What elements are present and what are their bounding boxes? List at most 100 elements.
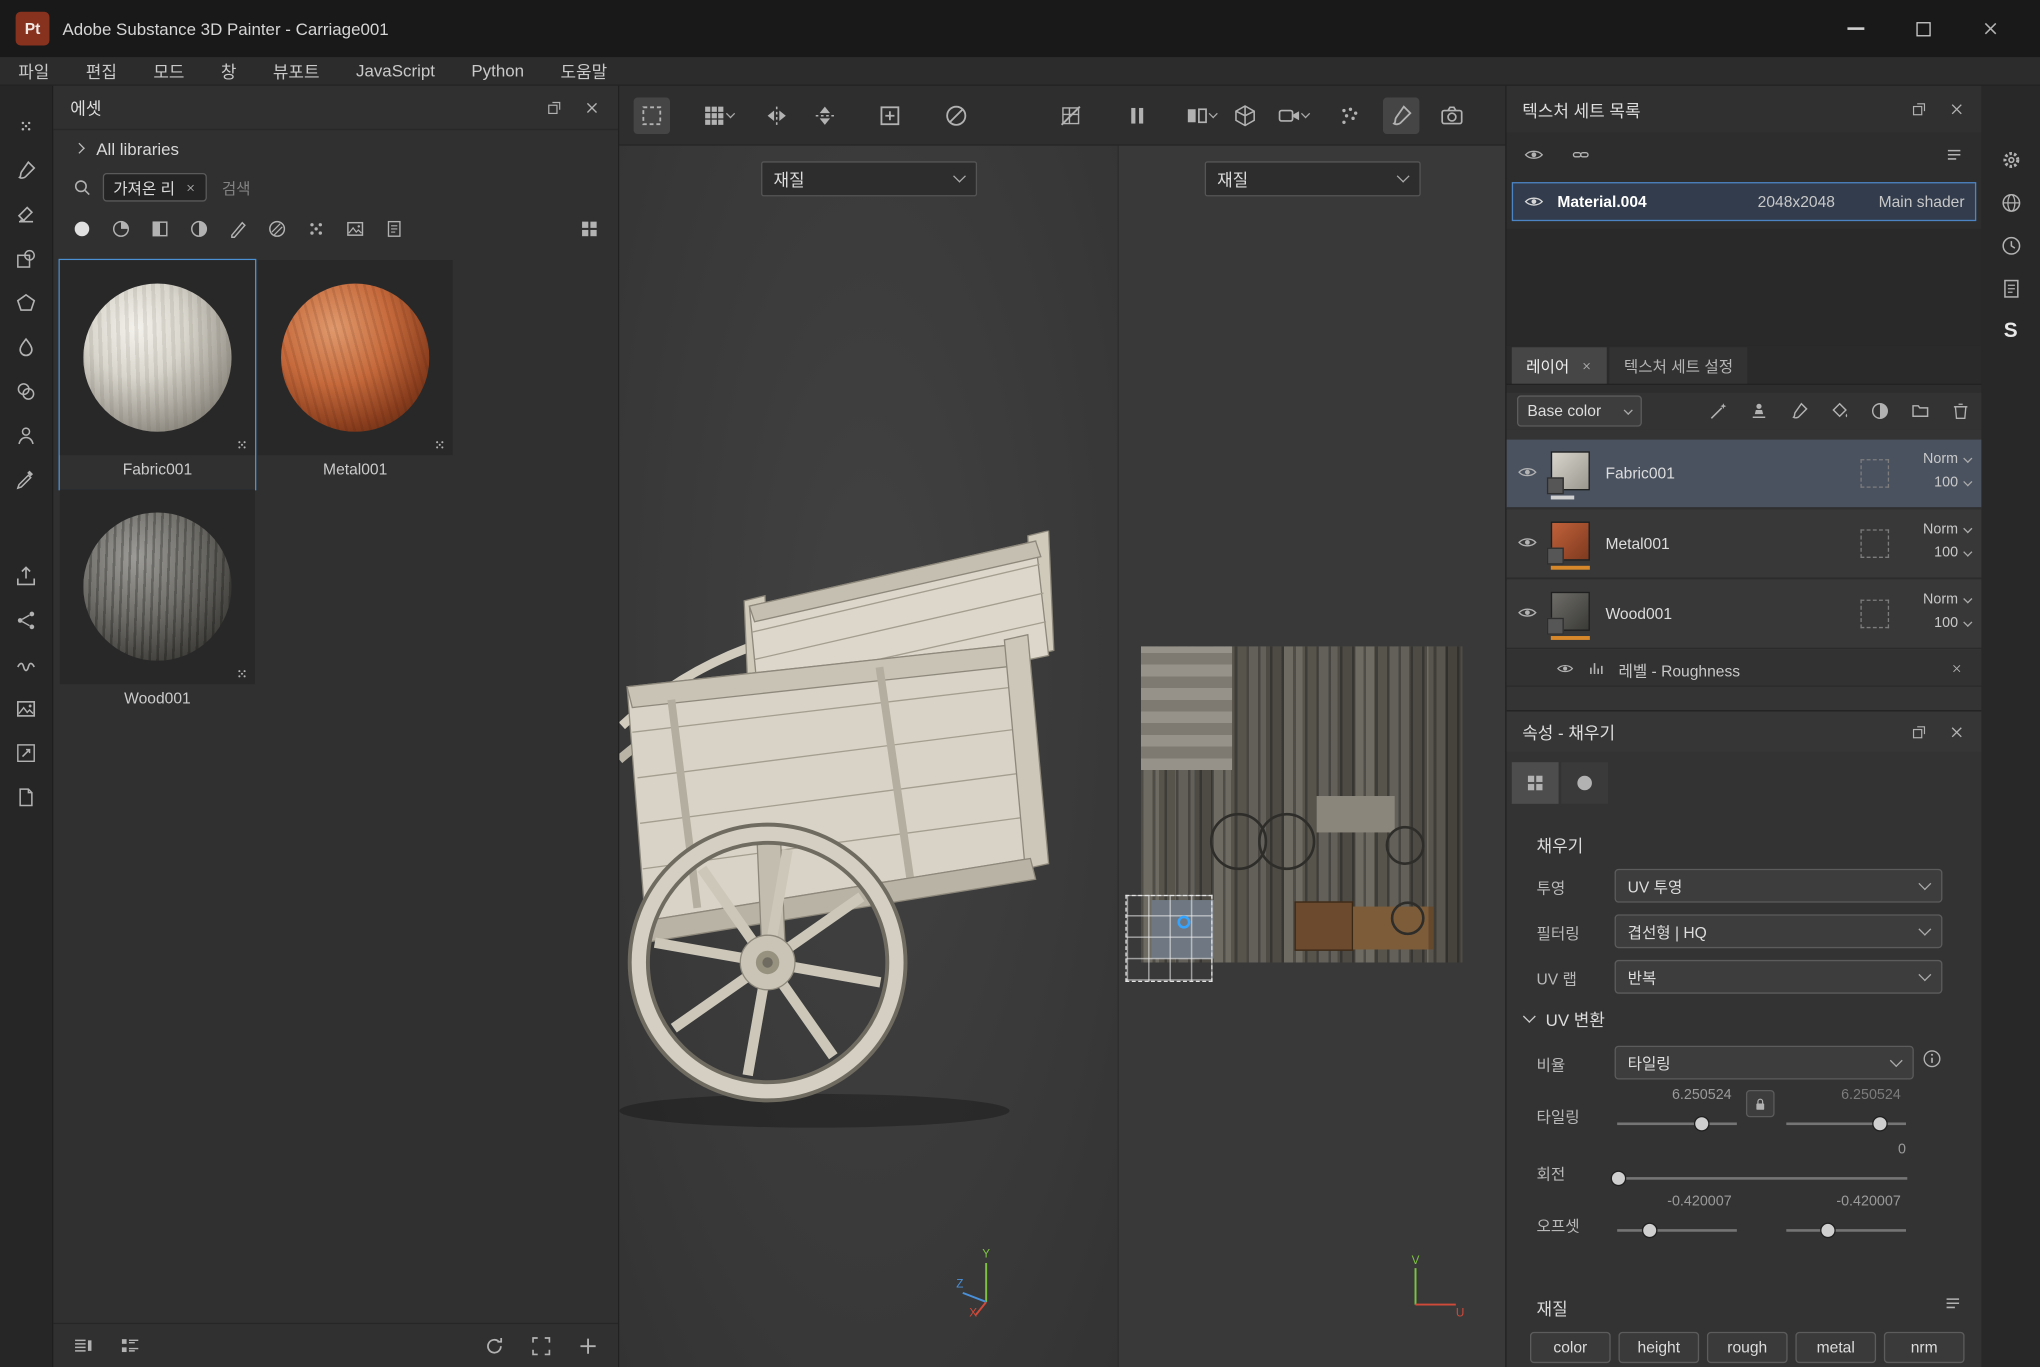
add-quick-mask-button[interactable] xyxy=(872,97,908,133)
filter-environments-icon[interactable] xyxy=(345,219,366,240)
popout-icon[interactable] xyxy=(1910,100,1928,118)
filter-alphas-icon[interactable] xyxy=(267,219,288,240)
add-smart-material-icon[interactable] xyxy=(1870,401,1891,422)
close-panel-icon[interactable] xyxy=(1948,100,1966,118)
menu-item-mode[interactable]: 모드 xyxy=(135,57,203,86)
menu-item-edit[interactable]: 편집 xyxy=(68,57,136,86)
log-icon[interactable] xyxy=(1999,277,2022,300)
layer-row-fabric001[interactable]: Fabric001 Norm 100 xyxy=(1507,440,1982,509)
asset-tile-metal001[interactable]: Metal001 xyxy=(258,260,453,489)
channel-color-button[interactable]: color xyxy=(1530,1332,1611,1363)
menu-item-viewport[interactable]: 뷰포트 xyxy=(255,57,338,86)
filter-fonts-icon[interactable] xyxy=(384,219,405,240)
rotation-value[interactable]: 0 xyxy=(1786,1142,1906,1158)
pause-engine-button[interactable] xyxy=(1119,97,1155,133)
polygon-fill-tool-button[interactable] xyxy=(0,281,53,325)
close-button[interactable] xyxy=(1957,7,2025,51)
tiling-x-value[interactable]: 6.250524 xyxy=(1617,1087,1731,1103)
chip-remove-icon[interactable] xyxy=(184,181,196,193)
layer-mask-slot[interactable] xyxy=(1860,459,1889,488)
opacity-select[interactable]: 100 xyxy=(1934,545,1971,561)
channel-rough-button[interactable]: rough xyxy=(1707,1332,1788,1363)
opacity-select[interactable]: 100 xyxy=(1934,475,1971,491)
tiling-y-value[interactable]: 6.250524 xyxy=(1786,1087,1900,1103)
marquee-select-button[interactable] xyxy=(634,97,670,133)
filter-smart-materials-icon[interactable] xyxy=(111,219,132,240)
layer-thumbnail[interactable] xyxy=(1551,451,1590,490)
asset-tile-fabric001[interactable]: Fabric001 xyxy=(60,260,255,489)
list-view-icon[interactable] xyxy=(72,1334,95,1357)
frame-icon[interactable] xyxy=(530,1334,553,1357)
projection-tool-button[interactable] xyxy=(0,237,53,281)
offset-x-slider[interactable] xyxy=(1617,1223,1737,1239)
tiling-lock-button[interactable] xyxy=(1746,1090,1775,1117)
projection-select[interactable]: UV 투영 xyxy=(1615,869,1943,903)
list-options-icon[interactable] xyxy=(1944,144,1965,165)
layer-row-wood001[interactable]: Wood001 Norm 100 xyxy=(1507,580,1982,649)
smudge-tool-button[interactable] xyxy=(0,325,53,369)
add-effect-icon[interactable] xyxy=(1708,401,1729,422)
remove-effect-icon[interactable] xyxy=(1950,662,1963,675)
log-file-button[interactable] xyxy=(0,775,53,819)
material-picker-tool-button[interactable] xyxy=(0,458,53,502)
search-filter-chip[interactable]: 가져온 리 xyxy=(103,173,206,202)
channel-height-button[interactable]: height xyxy=(1618,1332,1699,1363)
layer-mask-slot[interactable] xyxy=(1860,529,1889,558)
offset-x-value[interactable]: -0.420007 xyxy=(1617,1194,1731,1210)
maximize-button[interactable] xyxy=(1889,7,1957,51)
view-3d-button[interactable] xyxy=(1227,97,1263,133)
layer-visibility-icon[interactable] xyxy=(1517,462,1538,483)
clone-tool-button[interactable] xyxy=(0,369,53,413)
close-panel-icon[interactable] xyxy=(583,98,601,116)
eraser-tool-button[interactable] xyxy=(0,192,53,236)
tiling-mode-button[interactable] xyxy=(699,97,735,133)
material-options-icon[interactable] xyxy=(1942,1293,1963,1314)
eye-icon[interactable] xyxy=(1523,191,1544,212)
viewport-3d[interactable]: 재질 xyxy=(619,146,1119,1367)
popout-icon[interactable] xyxy=(545,98,563,116)
texture-set-row[interactable]: Material.004 2048x2048 Main shader xyxy=(1512,182,1976,221)
filter-filters-icon[interactable] xyxy=(189,219,210,240)
tab-layers[interactable]: 레이어 xyxy=(1512,347,1607,383)
layer-visibility-icon[interactable] xyxy=(1517,532,1538,553)
add-asset-icon[interactable] xyxy=(576,1334,599,1357)
settings-icon[interactable] xyxy=(1999,148,2022,171)
filtering-select[interactable]: 겹선형 | HQ xyxy=(1615,914,1943,948)
blend-mode-select[interactable]: Norm xyxy=(1923,522,1971,538)
lazy-mouse-icon[interactable] xyxy=(0,643,53,687)
substance-share-icon[interactable]: S xyxy=(2004,320,2018,343)
minimize-button[interactable] xyxy=(1821,7,1889,51)
channel-metal-button[interactable]: metal xyxy=(1795,1332,1876,1363)
filter-smart-masks-icon[interactable] xyxy=(150,219,171,240)
uv-pivot-handle[interactable] xyxy=(1177,916,1190,929)
scale-mode-select[interactable]: 타일링 xyxy=(1615,1046,1914,1080)
layer-thumbnail[interactable] xyxy=(1551,522,1590,561)
tab-close-icon[interactable] xyxy=(1581,360,1593,372)
resize-button[interactable] xyxy=(0,731,53,775)
menu-item-file[interactable]: 파일 xyxy=(0,57,68,86)
menu-item-window[interactable]: 창 xyxy=(203,57,255,86)
rotation-slider[interactable] xyxy=(1612,1171,1907,1187)
filter-brushes-icon[interactable] xyxy=(228,219,249,240)
refresh-assets-icon[interactable] xyxy=(483,1334,506,1357)
info-icon[interactable] xyxy=(1922,1048,1943,1069)
close-panel-icon[interactable] xyxy=(1948,723,1966,741)
delete-layer-icon[interactable] xyxy=(1950,401,1971,422)
history-icon[interactable] xyxy=(1999,234,2022,257)
material-mode-select-3d[interactable]: 재질 xyxy=(760,161,976,196)
layer-visibility-icon[interactable] xyxy=(1517,602,1538,623)
layer-thumbnail[interactable] xyxy=(1551,592,1590,631)
uv-wrap-select[interactable]: 반복 xyxy=(1615,960,1943,994)
particles-button[interactable] xyxy=(1331,97,1367,133)
add-anchor-icon[interactable] xyxy=(1749,401,1770,422)
effect-row-levels[interactable]: 레벨 - Roughness xyxy=(1507,650,1982,686)
symmetry-x-button[interactable] xyxy=(758,97,794,133)
asset-tile-wood001[interactable]: Wood001 xyxy=(60,489,255,718)
menu-item-help[interactable]: 도움말 xyxy=(542,57,625,86)
blend-mode-select[interactable]: Norm xyxy=(1923,592,1971,608)
tiling-y-slider[interactable] xyxy=(1786,1116,1906,1132)
material-mode-select-2d[interactable]: 재질 xyxy=(1204,161,1420,196)
link-sets-icon[interactable] xyxy=(1570,144,1591,165)
opacity-select[interactable]: 100 xyxy=(1934,615,1971,631)
filter-textures-icon[interactable] xyxy=(306,219,327,240)
